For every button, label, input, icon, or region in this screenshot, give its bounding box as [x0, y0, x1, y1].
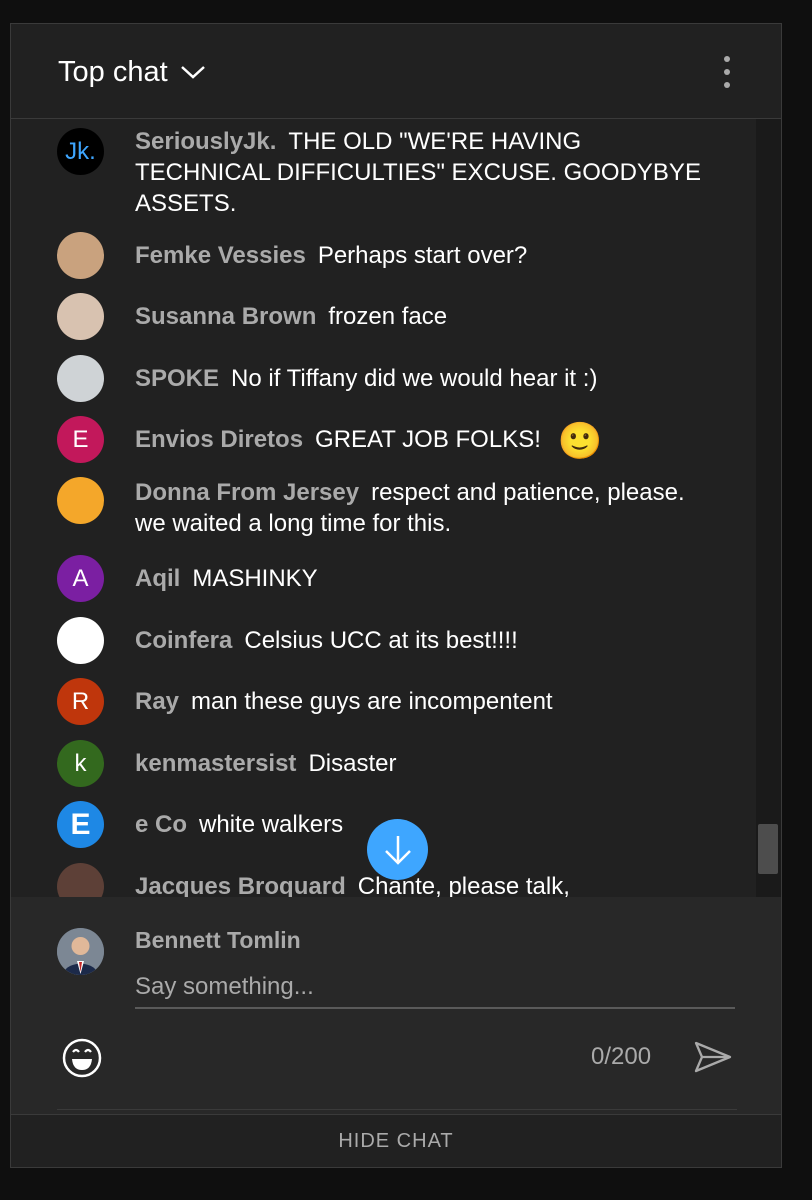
chat-message: k kenmastersist Disaster	[57, 740, 717, 788]
chat-title: Top chat	[58, 55, 168, 88]
send-icon[interactable]	[693, 1037, 733, 1077]
message-text: Perhaps start over?	[317, 242, 528, 269]
chat-message-list[interactable]: Jk. SeriouslyJk. THE OLD "WE'RE HAVING TE…	[11, 119, 756, 897]
avatar: Jk.	[57, 128, 104, 175]
avatar: A	[57, 555, 104, 602]
message-author: kenmastersist	[135, 750, 297, 777]
avatar	[57, 293, 104, 340]
avatar-text: E	[70, 807, 91, 841]
chat-scrollbar-thumb[interactable]	[758, 824, 778, 874]
chat-message: Femke Vessies Perhaps start over?	[57, 232, 717, 280]
avatar-text: R	[71, 687, 90, 715]
composer-user-name: Bennett Tomlin	[135, 927, 301, 953]
character-counter: 0/200	[591, 1043, 652, 1070]
message-text: No if Tiffany did we would hear it :)	[231, 365, 598, 392]
message-text: MASHINKY	[192, 565, 318, 592]
chat-message: Jk. SeriouslyJk. THE OLD "WE'RE HAVING TE…	[57, 126, 717, 218]
avatar	[57, 477, 104, 524]
message-text: Disaster	[308, 750, 397, 777]
avatar: R	[57, 678, 104, 725]
message-author: Coinfera	[135, 627, 233, 654]
message-text: white walkers	[199, 811, 344, 838]
message-author: Envios Diretos	[135, 426, 304, 453]
chat-message: Susanna Brown frozen face	[57, 293, 717, 341]
avatar	[57, 863, 104, 897]
message-author: SeriouslyJk.	[135, 128, 277, 155]
message-author: e Co	[135, 811, 188, 838]
chevron-down-icon	[180, 66, 205, 79]
message-author: Susanna Brown	[135, 303, 317, 330]
message-text: Celsius UCC at its best!!!!	[244, 627, 518, 654]
chat-mode-dropdown[interactable]: Top chat	[58, 52, 206, 92]
jump-to-bottom-button[interactable]	[367, 819, 428, 880]
arrow-down-icon	[384, 835, 411, 865]
chat-message-input[interactable]	[135, 967, 735, 1009]
message-text: man these guys are incompentent	[191, 688, 553, 715]
chat-message: A Aqil MASHINKY	[57, 555, 717, 603]
avatar	[57, 232, 104, 279]
chat-message: R Ray man these guys are incompentent	[57, 678, 717, 726]
emoji-icon[interactable]	[61, 1037, 103, 1079]
avatar: k	[57, 740, 104, 787]
chat-message: Donna From Jersey respect and patience, p…	[57, 477, 717, 547]
avatar-text: A	[72, 564, 89, 592]
smile-emoji-icon: 🙂	[557, 420, 603, 462]
avatar	[57, 355, 104, 402]
avatar: E	[57, 416, 104, 463]
avatar-text: Jk.	[65, 137, 96, 165]
avatar	[57, 617, 104, 664]
chat-scrollbar-track[interactable]	[756, 119, 781, 897]
avatar: E	[57, 801, 104, 848]
more-vert-icon[interactable]	[717, 54, 737, 90]
user-avatar	[57, 928, 104, 975]
message-author: Jacques Broquard	[135, 873, 346, 897]
message-text: frozen face	[328, 303, 448, 330]
hide-chat-button[interactable]: HIDE CHAT	[11, 1114, 781, 1167]
chat-message: Coinfera Celsius UCC at its best!!!!	[57, 617, 717, 665]
message-author: Donna From Jersey	[135, 479, 360, 506]
user-photo-icon	[57, 928, 104, 975]
message-author: SPOKE	[135, 365, 220, 392]
chat-header: Top chat	[11, 24, 781, 119]
composer-divider	[57, 1109, 737, 1110]
avatar-text: E	[72, 425, 89, 453]
message-author: Aqil	[135, 565, 181, 592]
message-author: Ray	[135, 688, 180, 715]
chat-message: E Envios Diretos GREAT JOB FOLKS! 🙂	[57, 416, 717, 464]
message-text: GREAT JOB FOLKS!	[315, 426, 541, 453]
chat-message: SPOKE No if Tiffany did we would hear it …	[57, 355, 717, 403]
avatar-text: k	[74, 749, 87, 777]
live-chat-panel: Top chat Jk. SeriouslyJk. THE OLD "WE'RE …	[10, 23, 782, 1168]
message-author: Femke Vessies	[135, 242, 306, 269]
